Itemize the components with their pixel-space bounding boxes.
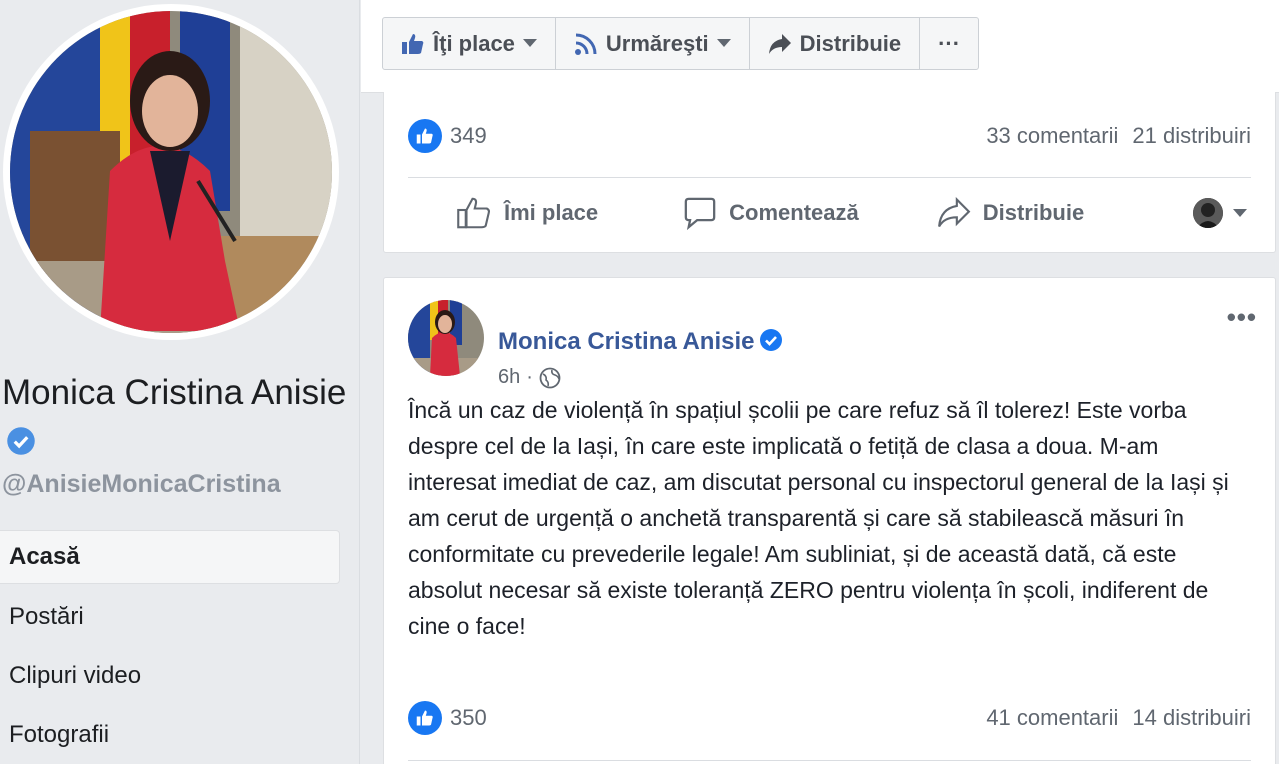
share-arrow-icon [768, 33, 791, 54]
share-count-link[interactable]: 14 distribuiri [1132, 705, 1251, 730]
page-like-label: Îţi place [433, 30, 515, 56]
share-button[interactable]: Distribuie [937, 197, 1084, 229]
chevron-down-icon [1233, 208, 1247, 217]
thumbs-up-icon [402, 33, 424, 54]
page-follow-button[interactable]: Urmăreşti [556, 18, 750, 69]
comment-as-selector[interactable] [1193, 198, 1247, 228]
engagement-counts: 33 comentarii 21 distribuiri [986, 123, 1251, 149]
nav-item-videos[interactable]: Clipuri video [0, 648, 340, 707]
left-column: Monica Cristina Anisie @AnisieMonicaCris… [0, 0, 360, 764]
like-reaction-icon [408, 119, 442, 153]
page-share-button[interactable]: Distribuie [750, 18, 921, 69]
post-header: Monica Cristina Anisie 6h · [408, 300, 1248, 388]
comment-count-link[interactable]: 41 comentarii [986, 705, 1118, 730]
post-actions: Îmi place Comentează Distribuie [408, 178, 1251, 248]
nav-item-photos[interactable]: Fotografii [0, 707, 340, 764]
page-more-button[interactable]: ··· [920, 18, 978, 69]
like-count: 349 [450, 123, 487, 148]
post-author-link[interactable]: Monica Cristina Anisie [498, 328, 755, 355]
post-timestamp[interactable]: 6h [498, 366, 520, 389]
post-card-previous: 349 33 comentarii 21 distribuiri Îmi plac… [383, 92, 1276, 253]
globe-icon[interactable] [539, 367, 561, 389]
post-card: Monica Cristina Anisie 6h · ••• Încă un … [383, 277, 1276, 764]
comment-button-label: Comentează [729, 200, 859, 225]
nav-item-posts[interactable]: Postări [0, 589, 340, 648]
meta-separator: · [526, 366, 533, 388]
verified-badge-icon [759, 328, 783, 352]
like-count: 350 [450, 705, 487, 730]
chevron-down-icon [716, 39, 731, 47]
share-count-link[interactable]: 21 distribuiri [1132, 123, 1251, 148]
share-arrow-icon [937, 197, 971, 228]
page-title: Monica Cristina Anisie [2, 368, 352, 466]
like-reaction-icon [408, 701, 442, 735]
post-body: Încă un caz de violență în spațiul școli… [408, 397, 1229, 639]
post-stats: 349 33 comentarii 21 distribuiri [408, 116, 1251, 156]
profile-picture[interactable] [10, 11, 332, 333]
page-like-button[interactable]: Îţi place [383, 18, 556, 69]
user-avatar [1193, 198, 1223, 228]
page-action-bar: Îţi place Urmăreşti Distribuie ··· [361, 0, 1279, 93]
page-action-buttons: Îţi place Urmăreşti Distribuie ··· [382, 17, 980, 70]
thumbs-up-outline-icon [457, 197, 491, 229]
author-avatar[interactable] [408, 300, 484, 376]
engagement-counts: 41 comentarii 14 distribuiri [986, 705, 1251, 731]
more-icon: ··· [938, 30, 961, 56]
comment-icon [684, 197, 716, 230]
reaction-summary[interactable]: 350 [408, 701, 487, 735]
page-nav: Acasă Postări Clipuri video Fotografii [0, 530, 340, 764]
page-follow-label: Urmăreşti [605, 30, 709, 56]
comment-button[interactable]: Comentează [683, 196, 859, 230]
page-handle[interactable]: @AnisieMonicaCristina [2, 470, 281, 499]
post-options-button[interactable]: ••• [1227, 302, 1257, 333]
page-title-text: Monica Cristina Anisie [2, 373, 347, 412]
post-meta: 6h · [498, 366, 561, 389]
page-share-label: Distribuie [799, 30, 902, 56]
divider [408, 760, 1251, 761]
like-button[interactable]: Îmi place [456, 196, 598, 230]
reaction-summary[interactable]: 349 [408, 119, 487, 153]
comment-count-link[interactable]: 33 comentarii [986, 123, 1118, 148]
verified-badge-icon [6, 420, 36, 455]
post-stats: 350 41 comentarii 14 distribuiri [408, 698, 1251, 738]
nav-item-home[interactable]: Acasă [0, 530, 340, 584]
share-button-label: Distribuie [982, 200, 1085, 225]
rss-icon [574, 33, 597, 55]
post-author: Monica Cristina Anisie [498, 328, 783, 356]
like-button-label: Îmi place [504, 200, 599, 225]
chevron-down-icon [522, 39, 537, 47]
